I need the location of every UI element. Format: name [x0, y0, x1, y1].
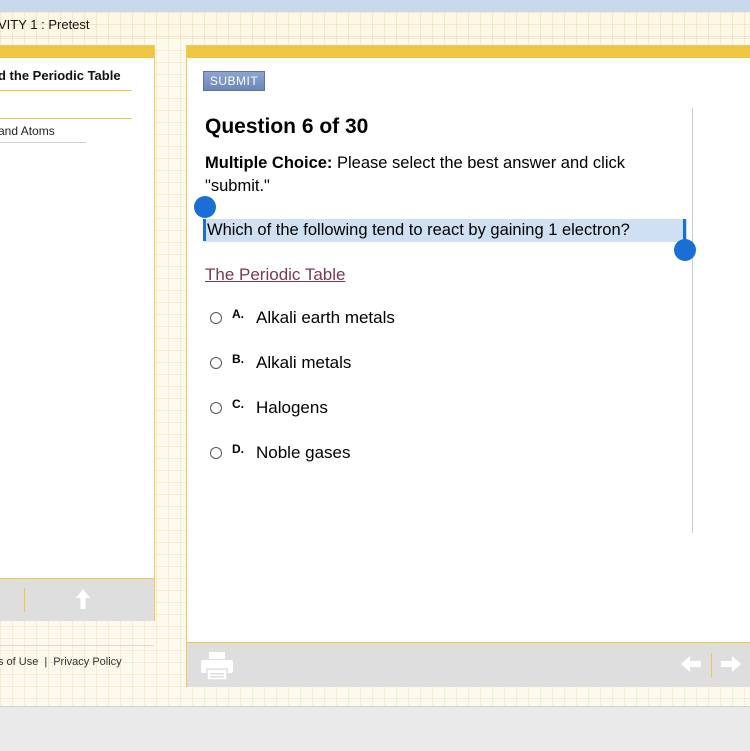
question-nav-bar — [187, 642, 750, 687]
question-header-bar — [187, 46, 750, 58]
radio-button[interactable] — [210, 402, 222, 414]
question-instructions: Multiple Choice: Please select the best … — [205, 152, 675, 198]
sidebar-divider — [0, 118, 132, 119]
question-text-selection[interactable]: Which of the following tend to react by … — [204, 219, 687, 242]
activity-title: VITY 1 : Pretest — [0, 17, 90, 32]
selection-end-handle[interactable] — [674, 239, 696, 261]
activity-title-bar: VITY 1 : Pretest — [0, 12, 750, 38]
submit-button[interactable]: SUBMIT — [203, 71, 265, 91]
selection-end-caret — [683, 219, 686, 241]
content-divider — [692, 108, 693, 533]
sidebar-header-bar — [0, 46, 154, 58]
answer-option-b[interactable]: B. Alkali metals — [210, 351, 510, 377]
sidebar-nav-divider — [24, 588, 25, 612]
option-label: Alkali metals — [256, 353, 352, 372]
top-strip — [0, 0, 750, 12]
answer-option-a[interactable]: A. Alkali earth metals — [210, 306, 510, 332]
selection-start-handle[interactable] — [194, 196, 216, 218]
option-letter: C. — [232, 397, 244, 411]
option-label: Noble gases — [256, 443, 351, 462]
footer-separator: | — [44, 656, 48, 668]
selection-start-caret — [203, 219, 206, 241]
arrow-up-icon[interactable] — [74, 588, 92, 610]
privacy-policy-link[interactable]: Privacy Policy — [53, 656, 121, 668]
question-panel: SUBMIT Question 6 of 30 Multiple Choice:… — [186, 45, 750, 687]
terms-of-use-link[interactable]: s of Use — [0, 656, 38, 668]
printer-icon[interactable] — [201, 652, 233, 685]
sidebar-item[interactable]: and Atoms — [0, 124, 86, 143]
footer-links: s of Use | Privacy Policy — [0, 645, 154, 668]
question-text: Which of the following tend to react by … — [207, 221, 630, 239]
sidebar-heading: d the Periodic Table — [0, 68, 132, 91]
radio-button[interactable] — [210, 447, 222, 459]
radio-button[interactable] — [210, 312, 222, 324]
answer-option-c[interactable]: C. Halogens — [210, 396, 510, 422]
sidebar-nav-bar — [0, 578, 154, 621]
radio-button[interactable] — [210, 357, 222, 369]
option-label: Halogens — [256, 398, 328, 417]
bottom-bar — [0, 706, 750, 751]
question-heading: Question 6 of 30 — [205, 115, 369, 138]
option-letter: A. — [232, 307, 244, 321]
option-letter: B. — [232, 352, 244, 366]
option-letter: D. — [232, 442, 244, 456]
instruction-type: Multiple Choice: — [205, 154, 333, 172]
option-label: Alkali earth metals — [256, 308, 395, 327]
arrow-left-icon[interactable] — [681, 656, 701, 677]
answer-option-d[interactable]: D. Noble gases — [210, 441, 510, 467]
periodic-table-link[interactable]: The Periodic Table — [205, 265, 346, 285]
left-sidebar: d the Periodic Table and Atoms — [0, 45, 155, 621]
nav-divider — [711, 653, 712, 677]
arrow-right-icon[interactable] — [721, 656, 741, 677]
